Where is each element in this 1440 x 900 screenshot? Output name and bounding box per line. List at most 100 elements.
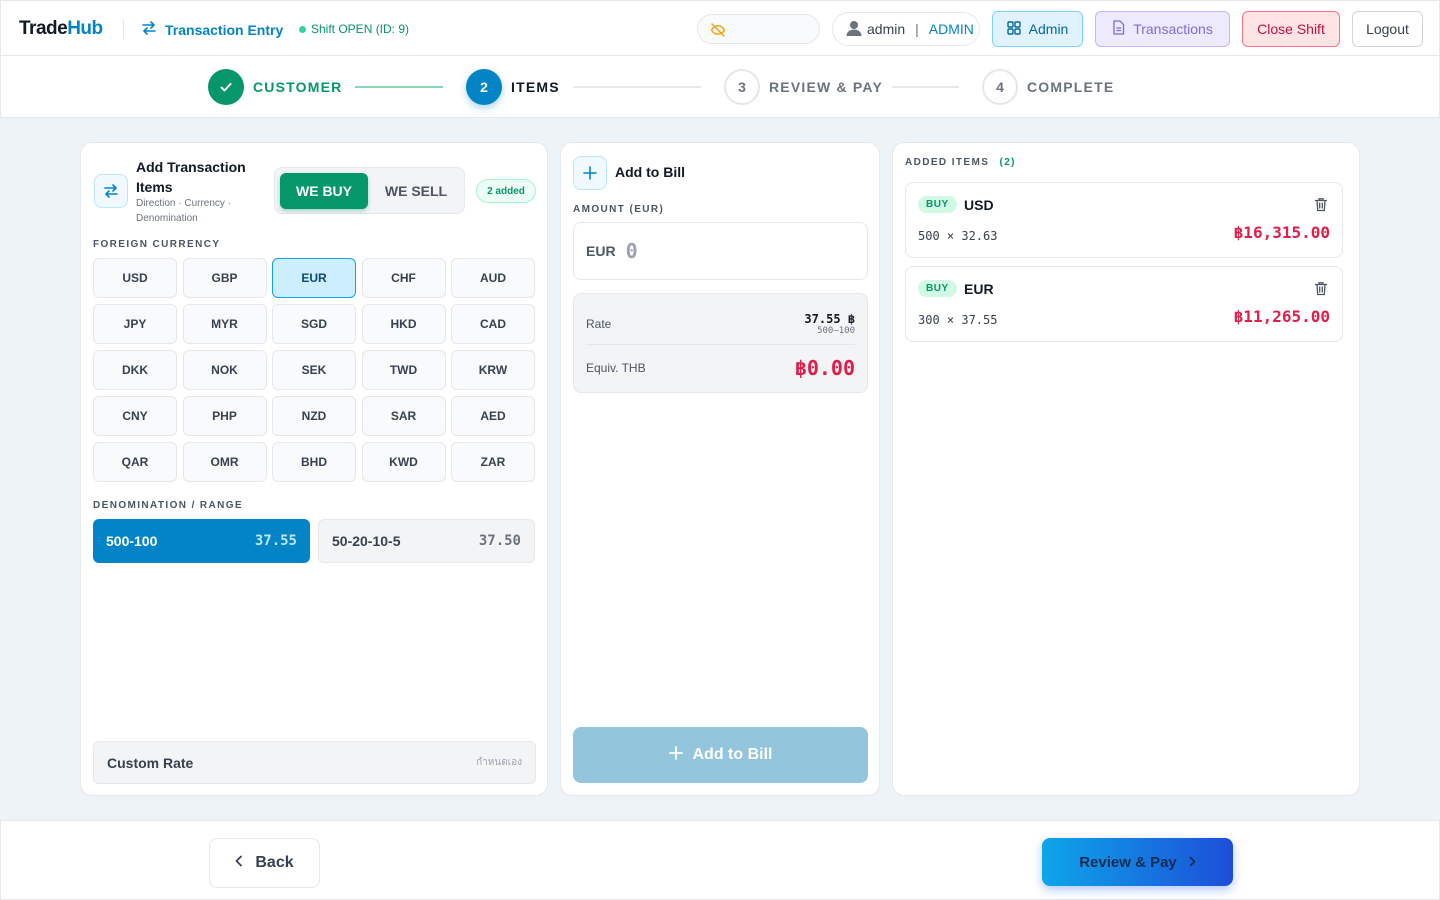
user-role: ADMIN	[928, 21, 974, 37]
add-to-bill-panel: Add to Bill AMOUNT (EUR) EUR Rate 37.55 …	[560, 142, 880, 796]
user-icon	[845, 19, 863, 40]
amount-currency-code: EUR	[586, 243, 616, 259]
custom-rate-hint: กำหนดเอง	[476, 757, 522, 768]
swap-arrows-icon	[94, 174, 128, 208]
progress-stepper: CUSTOMER 2 ITEMS 3 REVIEW & PAY 4 COMPLE…	[0, 56, 1440, 118]
currency-section-label: FOREIGN CURRENCY	[93, 239, 221, 250]
shift-status-text: Shift OPEN (ID: 9)	[311, 22, 410, 36]
equiv-label: Equiv. THB	[586, 361, 646, 375]
logout-button[interactable]: Logout	[1352, 11, 1423, 47]
denomination-range: 500-100	[106, 533, 158, 549]
step-connector	[355, 86, 443, 88]
grid-icon	[1006, 20, 1021, 38]
currency-button-sar[interactable]: SAR	[361, 396, 446, 436]
currency-button-omr[interactable]: OMR	[182, 442, 267, 482]
item-amount: ฿11,265.00	[1233, 307, 1330, 326]
added-items-title: ADDED ITEMS	[905, 157, 990, 168]
currency-button-krw[interactable]: KRW	[451, 350, 535, 390]
document-icon	[1112, 20, 1125, 38]
currency-button-usd[interactable]: USD	[93, 258, 177, 298]
user-menu[interactable]: admin | ADMIN	[832, 12, 980, 46]
equiv-value: ฿0.00	[794, 356, 855, 380]
item-amount: ฿16,315.00	[1233, 223, 1330, 242]
we-buy-button[interactable]: WE BUY	[280, 173, 368, 209]
transactions-button[interactable]: Transactions	[1095, 11, 1230, 47]
currency-button-sgd[interactable]: SGD	[272, 304, 356, 344]
currency-button-hkd[interactable]: HKD	[361, 304, 446, 344]
close-shift-button[interactable]: Close Shift	[1242, 11, 1340, 47]
amount-input[interactable]	[625, 239, 846, 263]
chevron-left-icon	[235, 854, 243, 872]
admin-button[interactable]: Admin	[992, 11, 1083, 47]
step-customer[interactable]: CUSTOMER	[208, 69, 342, 105]
trash-icon[interactable]	[1314, 281, 1328, 301]
currency-button-cad[interactable]: CAD	[451, 304, 535, 344]
denomination-option[interactable]: 50-20-10-5 37.50	[318, 519, 535, 563]
currency-button-php[interactable]: PHP	[182, 396, 267, 436]
currency-button-sek[interactable]: SEK	[272, 350, 356, 390]
currency-button-gbp[interactable]: GBP	[182, 258, 267, 298]
check-icon	[208, 69, 244, 105]
denomination-rate: 37.50	[478, 533, 521, 549]
admin-button-label: Admin	[1028, 21, 1069, 37]
step-label: COMPLETE	[1027, 79, 1115, 95]
panel-title: Add to Bill	[615, 164, 685, 180]
added-items-panel: ADDED ITEMS (2) BUY USD 500 × 32.63 ฿16,…	[892, 142, 1360, 796]
currency-button-twd[interactable]: TWD	[361, 350, 446, 390]
rate-row: Rate 37.55 ฿ 500–100	[586, 306, 855, 342]
divider	[586, 344, 855, 345]
currency-button-kwd[interactable]: KWD	[361, 442, 446, 482]
page-title-text: Transaction Entry	[165, 21, 284, 38]
plus-icon	[573, 156, 607, 190]
currency-button-dkk[interactable]: DKK	[93, 350, 177, 390]
transactions-button-label: Transactions	[1133, 21, 1213, 37]
currency-button-nzd[interactable]: NZD	[272, 396, 356, 436]
currency-button-chf[interactable]: CHF	[361, 258, 446, 298]
app-logo[interactable]: TradeHub	[19, 18, 103, 40]
denomination-option[interactable]: 500-100 37.55	[93, 519, 310, 563]
add-to-bill-button[interactable]: Add to Bill	[573, 727, 868, 783]
privacy-toggle[interactable]	[697, 14, 820, 44]
currency-button-eur[interactable]: EUR	[272, 258, 356, 298]
footer-bar: Back Review & Pay	[0, 820, 1440, 900]
panel-subtitle: Direction · Currency · Denomination	[136, 198, 232, 224]
step-items[interactable]: 2 ITEMS	[466, 69, 560, 105]
review-pay-button[interactable]: Review & Pay	[1042, 838, 1233, 886]
item-currency: USD	[964, 197, 994, 213]
step-connector	[892, 86, 959, 88]
currency-button-qar[interactable]: QAR	[93, 442, 177, 482]
plus-icon	[668, 745, 683, 765]
currency-button-zar[interactable]: ZAR	[451, 442, 535, 482]
status-dot	[299, 25, 306, 33]
step-label: CUSTOMER	[253, 79, 343, 95]
currency-button-nok[interactable]: NOK	[182, 350, 267, 390]
page-title: Transaction Entry	[141, 20, 283, 39]
added-count-badge: 2 added	[476, 179, 536, 203]
amount-field[interactable]: EUR	[573, 222, 868, 280]
back-button[interactable]: Back	[209, 838, 320, 888]
eye-off-icon	[710, 22, 726, 43]
currency-button-aud[interactable]: AUD	[451, 258, 535, 298]
currency-button-aed[interactable]: AED	[451, 396, 535, 436]
panel-title: Add Transaction Items	[136, 159, 246, 195]
step-label: REVIEW & PAY	[769, 79, 883, 95]
step-number: 2	[466, 69, 502, 105]
currency-button-cny[interactable]: CNY	[93, 396, 177, 436]
step-complete[interactable]: 4 COMPLETE	[982, 69, 1114, 105]
add-to-bill-label: Add to Bill	[692, 746, 773, 763]
currency-button-jpy[interactable]: JPY	[93, 304, 177, 344]
step-connector	[574, 86, 701, 88]
currency-grid: USD GBP EUR CHF AUD JPY MYR SGD HKD CAD DKK NOK SEK T…	[93, 258, 536, 482]
currency-button-bhd[interactable]: BHD	[272, 442, 356, 482]
we-sell-button[interactable]: WE SELL	[372, 173, 460, 209]
item-calculation: 300 × 37.55	[918, 313, 998, 327]
added-items-header: ADDED ITEMS (2)	[905, 157, 1016, 168]
trash-icon[interactable]	[1314, 197, 1328, 217]
custom-rate-button[interactable]: Custom Rate กำหนดเอง	[93, 741, 536, 784]
added-items-count: (2)	[999, 157, 1016, 168]
currency-button-myr[interactable]: MYR	[182, 304, 267, 344]
rate-summary: Rate 37.55 ฿ 500–100 Equiv. THB ฿0.00	[573, 293, 868, 393]
rate-value: 37.55 ฿	[804, 312, 855, 326]
step-review-pay[interactable]: 3 REVIEW & PAY	[724, 69, 883, 105]
shift-status: Shift OPEN (ID: 9)	[299, 22, 409, 36]
